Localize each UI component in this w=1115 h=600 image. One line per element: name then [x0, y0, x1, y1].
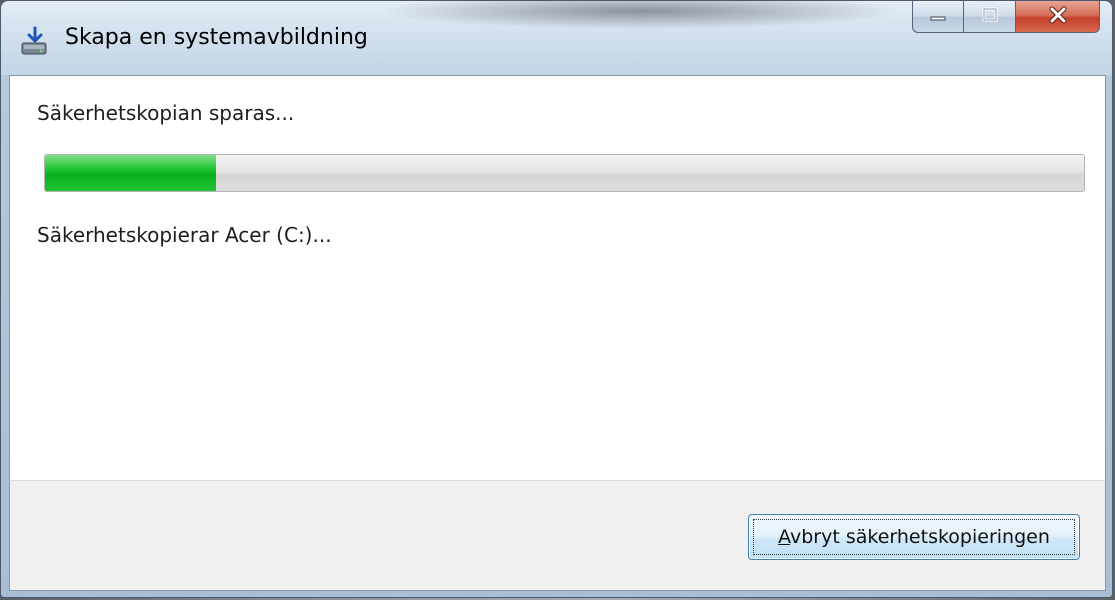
content-area: Säkerhetskopian sparas... Säkerhetskopie…	[9, 75, 1106, 481]
title-bar[interactable]: Skapa en systemavbildning	[1, 1, 1112, 75]
maximize-button[interactable]	[964, 1, 1016, 33]
cancel-button-accelerator: A	[778, 526, 790, 548]
caption-buttons	[912, 1, 1100, 35]
status-text: Säkerhetskopierar Acer (C:)...	[37, 223, 332, 247]
progress-fill	[45, 155, 217, 191]
window-title: Skapa en systemavbildning	[65, 25, 368, 50]
dialog-window: Skapa en systemavbildning Säkerhetskopia…	[0, 0, 1113, 598]
close-button[interactable]	[1016, 1, 1100, 33]
maximize-icon	[981, 7, 999, 27]
cancel-button-label: vbryt säkerhetskopieringen	[790, 526, 1050, 548]
progress-heading: Säkerhetskopian sparas...	[37, 101, 295, 125]
cancel-backup-button[interactable]: Avbryt säkerhetskopieringen	[748, 514, 1080, 560]
button-bar: Avbryt säkerhetskopieringen	[9, 480, 1106, 591]
backup-progress-bar	[44, 154, 1085, 192]
minimize-icon	[929, 7, 947, 26]
close-icon	[1048, 6, 1068, 28]
backup-drive-icon	[19, 26, 51, 58]
minimize-button[interactable]	[912, 1, 964, 33]
